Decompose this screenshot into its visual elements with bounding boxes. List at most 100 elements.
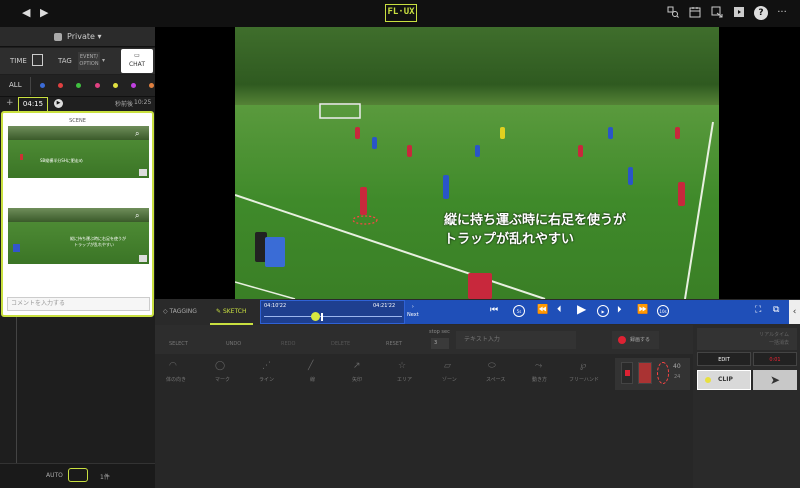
thumb-sky bbox=[8, 126, 149, 140]
clip-count: 1件 bbox=[100, 474, 110, 481]
area-tool[interactable]: エリア bbox=[397, 376, 412, 383]
film-icon[interactable] bbox=[32, 54, 43, 66]
auto-toggle[interactable] bbox=[68, 468, 88, 482]
edit-icon[interactable] bbox=[139, 255, 147, 262]
stroke-tool[interactable]: 線 bbox=[310, 376, 315, 383]
mode-tag[interactable]: TAG bbox=[58, 51, 72, 71]
delete-tool[interactable]: DELETE bbox=[331, 341, 350, 347]
arrow-tool[interactable]: 矢印 bbox=[352, 376, 362, 383]
step-back-icon[interactable]: ⏴ bbox=[557, 305, 562, 315]
zoom-icon[interactable]: ⌕ bbox=[135, 211, 145, 221]
color-filter-yellow[interactable] bbox=[113, 83, 118, 88]
space-icon[interactable]: ⬭ bbox=[488, 361, 496, 371]
chat-label: CHAT bbox=[128, 61, 145, 68]
fast-forward-icon[interactable]: ⏩ bbox=[637, 305, 648, 315]
reset-tool[interactable]: RESET bbox=[386, 341, 402, 347]
tool-row-1: SELECT UNDO REDO DELETE RESET stop sec 3… bbox=[155, 325, 693, 354]
next-button[interactable]: › Next bbox=[407, 303, 419, 319]
redo-tool[interactable]: REDO bbox=[281, 341, 295, 347]
color-filter-purple[interactable] bbox=[131, 83, 136, 88]
line-tool[interactable]: ライン bbox=[259, 376, 274, 383]
zone-tool[interactable]: ゾーン bbox=[442, 376, 457, 383]
video-overlay-text[interactable]: 縦に持ち運ぶ時に右足を使うが トラップが乱れやすい bbox=[444, 211, 626, 249]
tag-search-icon[interactable] bbox=[666, 6, 680, 20]
chevron-down-icon[interactable]: ▾ bbox=[102, 57, 105, 64]
scene-time[interactable]: 04:15 bbox=[18, 97, 48, 111]
undo-tool[interactable]: UNDO bbox=[226, 341, 241, 347]
stop-sec-select[interactable]: 3 bbox=[431, 338, 449, 349]
zone-icon[interactable]: ▱ bbox=[444, 361, 451, 371]
record-button[interactable]: 録画する bbox=[612, 331, 659, 349]
freehand-tool[interactable]: フリーハンド bbox=[569, 376, 599, 383]
add-icon[interactable]: + bbox=[6, 98, 14, 108]
forward-10s-button[interactable]: 10s bbox=[657, 305, 669, 317]
tab-sketch[interactable]: ✎ SKETCH bbox=[210, 299, 253, 325]
playhead[interactable] bbox=[321, 313, 323, 321]
arrow-icon[interactable]: ↗ bbox=[353, 361, 361, 371]
play-icon[interactable]: ▶ bbox=[577, 302, 586, 316]
mode-event-option[interactable]: EVENT/ OPTION bbox=[78, 52, 100, 70]
tab-tagging[interactable]: ◇ TAGGING bbox=[163, 299, 197, 325]
video-icon[interactable] bbox=[732, 6, 746, 20]
movement-tool[interactable]: 動き方 bbox=[532, 376, 547, 383]
pip-icon[interactable]: ⧉ bbox=[773, 305, 779, 315]
more-icon[interactable]: ··· bbox=[775, 6, 789, 20]
scene-card[interactable]: SCENE ⌕ SB縦横半分SHに肥走め ⌕ 縦に持ち運ぶ時に右足を使うが トラ… bbox=[1, 111, 154, 317]
video-player[interactable]: 縦に持ち運ぶ時に右足を使うが トラップが乱れやすい bbox=[235, 27, 719, 299]
color-filter-red[interactable] bbox=[58, 83, 63, 88]
zoom-icon[interactable]: ⌕ bbox=[135, 129, 145, 139]
collapse-panel-icon[interactable]: ‹ bbox=[789, 300, 800, 324]
step-forward-icon[interactable]: ⏵ bbox=[617, 305, 622, 315]
freehand-icon[interactable]: ℘ bbox=[580, 361, 586, 371]
scrub-handle[interactable] bbox=[311, 312, 320, 321]
scene-thumbnail-2[interactable]: ⌕ 縦に持ち運ぶ時に右足を使うが トラップが乱れやすい bbox=[8, 208, 149, 264]
clip-scrubber[interactable]: 04:10'22 04:21'22 bbox=[260, 300, 405, 324]
scene-thumbnail-1[interactable]: ⌕ SB縦横半分SHに肥走め bbox=[8, 126, 149, 178]
mark-icon[interactable]: ◯ bbox=[215, 361, 225, 371]
comment-input[interactable]: コメントを入力する bbox=[7, 297, 150, 311]
color-filter-pink[interactable] bbox=[95, 83, 100, 88]
rewind-icon[interactable]: ⏪ bbox=[537, 305, 548, 315]
edit-icon[interactable] bbox=[139, 169, 147, 176]
mode-time[interactable]: TIME bbox=[10, 51, 27, 71]
calendar-icon[interactable] bbox=[688, 6, 702, 20]
stroke-icon[interactable]: ╱ bbox=[308, 361, 313, 371]
chat-button[interactable]: ▭ CHAT bbox=[121, 49, 153, 73]
line-icon[interactable]: ⋰ bbox=[262, 361, 271, 371]
select-tool[interactable]: SELECT bbox=[169, 341, 188, 347]
privacy-selector[interactable]: Private ▾ bbox=[0, 27, 155, 47]
play-icon[interactable]: ▶ bbox=[54, 99, 63, 108]
text-input[interactable]: テキスト入力 bbox=[456, 331, 576, 349]
body-direction-icon[interactable]: ◠ bbox=[169, 361, 177, 371]
space-tool[interactable]: スペース bbox=[486, 376, 505, 383]
fill-color-swatch[interactable] bbox=[638, 362, 652, 384]
mark-tool[interactable]: マーク bbox=[215, 376, 230, 383]
size-sub-value[interactable]: 24 bbox=[674, 374, 680, 380]
back-arrow-icon[interactable]: ◀ bbox=[22, 6, 30, 19]
movement-icon[interactable]: ⤳ bbox=[535, 361, 542, 371]
forward-arrow-icon[interactable]: ▶ bbox=[40, 6, 48, 19]
size-value[interactable]: 40 bbox=[673, 363, 681, 370]
skip-start-icon[interactable]: ⏮ bbox=[490, 305, 498, 315]
export-icon[interactable] bbox=[710, 6, 724, 20]
realtime-clear-button[interactable]: リアルタイム 一括消去 bbox=[697, 328, 797, 350]
color-filter-blue[interactable] bbox=[40, 83, 45, 88]
help-icon[interactable]: ? bbox=[754, 6, 768, 20]
line-color-swatch[interactable] bbox=[621, 362, 633, 384]
color-filter-green[interactable] bbox=[76, 83, 81, 88]
color-filter-orange[interactable] bbox=[149, 83, 154, 88]
rewind-5s-button[interactable]: 5s bbox=[513, 305, 525, 317]
clip-button[interactable]: CLIP bbox=[697, 370, 751, 390]
filter-all[interactable]: ALL bbox=[9, 81, 22, 89]
send-icon[interactable]: ➤ bbox=[753, 370, 797, 390]
body-direction-tool[interactable]: 体の向き bbox=[166, 376, 186, 383]
pause-circle-icon[interactable]: ▶ bbox=[597, 305, 609, 317]
chevron-right-icon: › bbox=[411, 304, 414, 310]
area-icon[interactable]: ☆ bbox=[398, 361, 406, 371]
player-red bbox=[355, 127, 360, 139]
dashed-style-icon[interactable] bbox=[657, 362, 669, 384]
clear-all-label: 一括消去 bbox=[768, 340, 789, 346]
fullscreen-icon[interactable]: ⛶ bbox=[755, 305, 761, 315]
edit-button[interactable]: EDIT bbox=[697, 352, 751, 366]
recording-badge[interactable]: 0:01 bbox=[753, 352, 797, 366]
